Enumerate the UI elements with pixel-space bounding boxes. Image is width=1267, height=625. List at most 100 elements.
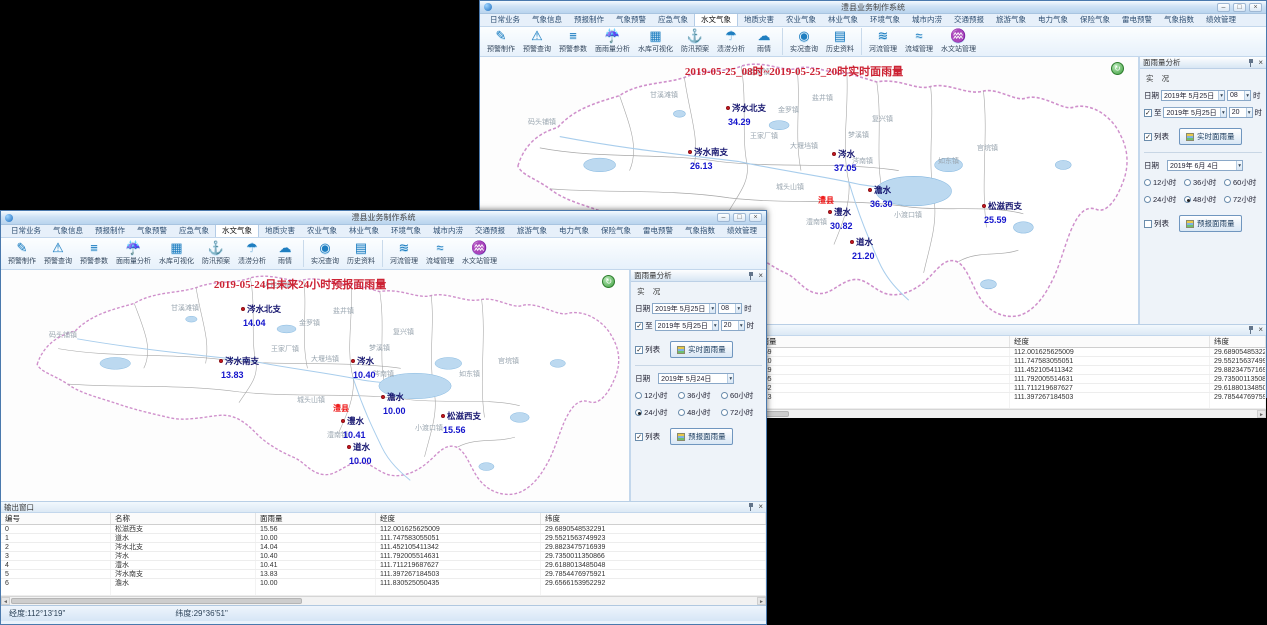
toolbar-button[interactable]: ⚓ 防汛预案 xyxy=(198,240,234,267)
menu-tab[interactable]: 水文气象 xyxy=(215,223,259,237)
menu-tab[interactable]: 地质灾害 xyxy=(259,224,301,237)
menu-tab[interactable]: 雷电预警 xyxy=(1116,13,1158,26)
forecast-date-select[interactable]: 2019年 6月 4日▾ xyxy=(1167,160,1243,171)
menu-tab[interactable]: 气象信息 xyxy=(47,224,89,237)
toolbar-button[interactable]: ♒ 水文站管理 xyxy=(458,240,501,267)
scroll-right-icon[interactable]: ► xyxy=(757,597,766,605)
column-header[interactable]: 名称 xyxy=(111,513,256,524)
toolbar-button[interactable]: ⚓ 防汛预案 xyxy=(677,28,713,55)
live-to-hour-select[interactable]: 20▾ xyxy=(1229,107,1253,118)
menu-tab[interactable]: 日常业务 xyxy=(5,224,47,237)
table-row[interactable]: 0松滋西支15.56112.00162562500929.68905485322… xyxy=(1,525,766,534)
forecast-hours-radio[interactable]: 24小时 xyxy=(635,407,676,418)
toolbar-button[interactable]: ≋ 河流管理 xyxy=(386,240,422,267)
menu-tab[interactable]: 林业气象 xyxy=(822,13,864,26)
menu-tab[interactable]: 气象预警 xyxy=(131,224,173,237)
menu-tab[interactable]: 应急气象 xyxy=(173,224,215,237)
toolbar-button[interactable]: ⚠ 预警查询 xyxy=(40,240,76,267)
column-header[interactable]: 经度 xyxy=(376,513,541,524)
forecast-hours-radio[interactable]: 12小时 xyxy=(1144,177,1182,188)
minimize-button[interactable]: – xyxy=(1217,3,1230,12)
menu-tab[interactable]: 预报制作 xyxy=(89,224,131,237)
menu-tab[interactable]: 交通预报 xyxy=(948,13,990,26)
forecast-hours-radio[interactable]: 48小时 xyxy=(1184,194,1222,205)
menu-tab[interactable]: 绩效管理 xyxy=(721,224,763,237)
live-to-date-select[interactable]: 2019年 5月25日▾ xyxy=(655,320,719,331)
menu-tab[interactable]: 应急气象 xyxy=(652,13,694,26)
forecast-areal-rain-button[interactable]: 预报面雨量 xyxy=(670,428,733,445)
forecast-hours-radio[interactable]: 12小时 xyxy=(635,390,676,401)
menu-tab[interactable]: 水文气象 xyxy=(694,12,738,26)
menu-tab[interactable]: 地质灾害 xyxy=(738,13,780,26)
forecast-hours-radio[interactable]: 72小时 xyxy=(1224,194,1262,205)
forecast-hours-radio[interactable]: 60小时 xyxy=(1224,177,1262,188)
toolbar-button[interactable]: ☁ 雨情 xyxy=(270,240,304,267)
toolbar-button[interactable]: ≈ 流域管理 xyxy=(901,28,937,55)
forecast-hours-radio[interactable]: 48小时 xyxy=(678,407,719,418)
forecast-hours-radio[interactable]: 36小时 xyxy=(678,390,719,401)
live-to-hour-select[interactable]: 20▾ xyxy=(721,320,745,331)
live-from-hour-select[interactable]: 08▾ xyxy=(718,303,742,314)
live-from-hour-select[interactable]: 08▾ xyxy=(1227,90,1251,101)
pin-icon[interactable] xyxy=(1248,59,1254,67)
column-header[interactable]: 纬度 xyxy=(1210,336,1266,347)
toolbar-button[interactable]: ≡ 预警参数 xyxy=(555,28,591,55)
pin-icon[interactable] xyxy=(1248,326,1254,334)
toolbar-button[interactable]: ✎ 预警制作 xyxy=(4,240,40,267)
menu-tab[interactable]: 电力气象 xyxy=(1032,13,1074,26)
menu-tab[interactable]: 日常业务 xyxy=(484,13,526,26)
minimize-button[interactable]: – xyxy=(717,213,730,222)
maximize-button[interactable]: □ xyxy=(733,213,746,222)
column-header[interactable]: 面雨量 xyxy=(750,336,1010,347)
forecast-date-select[interactable]: 2019年 5月24日▾ xyxy=(658,373,734,384)
menu-tab[interactable]: 交通预报 xyxy=(469,224,511,237)
menu-tab[interactable]: 农业气象 xyxy=(301,224,343,237)
menu-tab[interactable]: 保险气象 xyxy=(595,224,637,237)
table-row[interactable]: 2涔水北支14.04111.45210541134229.88234757169… xyxy=(1,543,766,552)
forecast-list-checkbox[interactable] xyxy=(635,433,643,441)
column-header[interactable]: 编号 xyxy=(1,513,111,524)
table-row[interactable]: 4澧水10.41111.71121968762729.6188013485048 xyxy=(1,561,766,570)
toolbar-button[interactable]: ♒ 水文站管理 xyxy=(937,28,980,55)
toolbar-button[interactable]: ▤ 历史资料 xyxy=(822,28,862,55)
toolbar-button[interactable]: ◉ 实况查询 xyxy=(307,240,343,267)
maximize-button[interactable]: □ xyxy=(1233,3,1246,12)
scroll-left-icon[interactable]: ◄ xyxy=(1,597,10,605)
table-row[interactable]: 1道水10.00111.74758305505129.5521563749923 xyxy=(1,534,766,543)
toolbar-button[interactable]: ☁ 雨情 xyxy=(749,28,783,55)
dock-close-icon[interactable]: × xyxy=(1258,326,1263,334)
menu-tab[interactable]: 旅游气象 xyxy=(511,224,553,237)
toolbar-button[interactable]: ☔ 面雨量分析 xyxy=(112,240,155,267)
menu-tab[interactable]: 环境气象 xyxy=(385,224,427,237)
live-list-checkbox[interactable] xyxy=(1144,133,1152,141)
toolbar-button[interactable]: ▦ 水库可视化 xyxy=(155,240,198,267)
title-bar[interactable]: 澧县业务制作系统 – □ × xyxy=(1,211,766,225)
front-window[interactable]: 澧县业务制作系统 – □ × 日常业务气象信息预报制作气象预警应急气象水文气象地… xyxy=(0,210,767,625)
dock-close-icon[interactable]: × xyxy=(758,503,763,511)
toolbar-button[interactable]: ☂ 渍涝分析 xyxy=(713,28,749,55)
toolbar-button[interactable]: ≡ 预警参数 xyxy=(76,240,112,267)
menu-tab[interactable]: 电力气象 xyxy=(553,224,595,237)
pin-icon[interactable] xyxy=(748,272,754,280)
close-button[interactable]: × xyxy=(1249,3,1262,12)
menu-tab[interactable]: 城市内涝 xyxy=(906,13,948,26)
panel-close-icon[interactable]: × xyxy=(758,272,763,280)
toolbar-button[interactable]: ≈ 流域管理 xyxy=(422,240,458,267)
horizontal-scrollbar[interactable]: ◄ ► xyxy=(1,596,766,605)
menu-tab[interactable]: 气象指数 xyxy=(1158,13,1200,26)
column-header[interactable]: 经度 xyxy=(1010,336,1210,347)
live-date-select[interactable]: 2019年 5月25日▾ xyxy=(1161,90,1225,101)
toolbar-button[interactable]: ▤ 历史资料 xyxy=(343,240,383,267)
forecast-hours-radio[interactable]: 60小时 xyxy=(721,390,762,401)
forecast-hours-radio[interactable]: 36小时 xyxy=(1184,177,1222,188)
panel-close-icon[interactable]: × xyxy=(1258,59,1263,67)
menu-tab[interactable]: 预报制作 xyxy=(568,13,610,26)
close-button[interactable]: × xyxy=(749,213,762,222)
pin-icon[interactable] xyxy=(748,503,754,511)
menu-tab[interactable]: 旅游气象 xyxy=(990,13,1032,26)
table-row[interactable]: 6澹水10.00111.83052505043529.6566153952292 xyxy=(1,579,766,587)
forecast-list-checkbox[interactable] xyxy=(1144,220,1152,228)
menu-tab[interactable]: 气象信息 xyxy=(526,13,568,26)
live-areal-rain-button[interactable]: 实时面雨量 xyxy=(1179,128,1242,145)
column-header[interactable]: 面雨量 xyxy=(256,513,376,524)
